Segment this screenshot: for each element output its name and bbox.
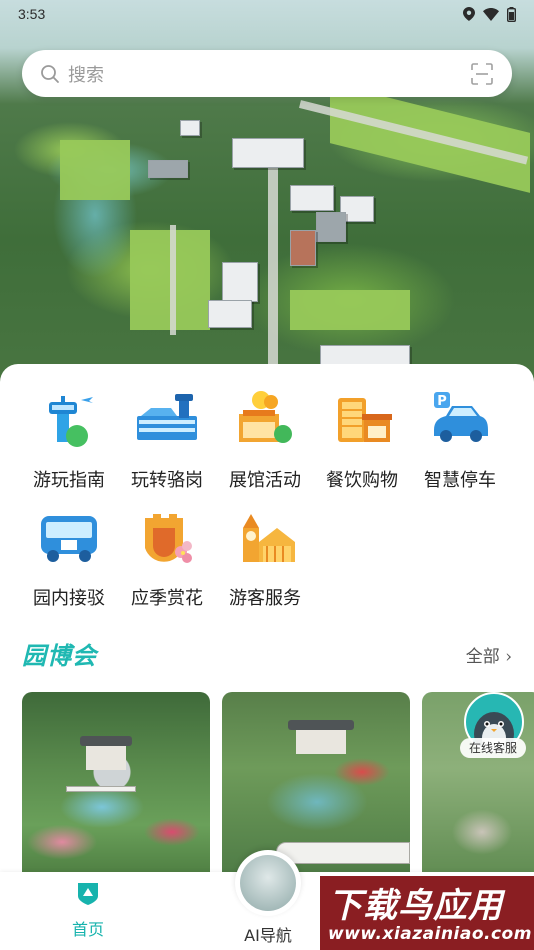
wifi-icon: [483, 7, 499, 21]
watermark-url: www.xiazainiao.com: [328, 924, 532, 944]
quick-link-dining[interactable]: 餐饮购物: [313, 390, 411, 492]
quick-link-label: 玩转骆岗: [131, 470, 203, 491]
garden-card-1[interactable]: [22, 692, 210, 882]
quick-link-shuttle[interactable]: 园内接驳: [20, 508, 118, 610]
nav-home[interactable]: 首页: [56, 880, 120, 940]
quick-link-explore[interactable]: 玩转骆岗: [118, 390, 216, 492]
online-service-label: 在线客服: [460, 738, 526, 758]
site-watermark: 下载鸟应用 www.xiazainiao.com: [320, 876, 534, 950]
parking-car-icon: P: [434, 392, 488, 442]
search-icon: [41, 64, 59, 83]
quick-link-label: 智慧停车: [424, 470, 496, 491]
svg-text:P: P: [437, 394, 447, 409]
quick-link-visitor-service[interactable]: 游客服务: [216, 508, 314, 610]
quick-link-label: 展馆活动: [229, 470, 301, 491]
scan-icon[interactable]: [470, 62, 494, 86]
quick-link-parking[interactable]: P 智慧停车: [411, 390, 509, 492]
status-time: 3:53: [18, 6, 46, 22]
chevron-right-icon: ›: [505, 647, 512, 667]
quick-link-activities[interactable]: 展馆活动: [216, 390, 314, 492]
nav-ai-guide[interactable]: AI导航: [226, 850, 310, 946]
view-all-link[interactable]: 全部 ›: [466, 642, 512, 667]
shuttle-bus-icon: [41, 516, 97, 562]
nav-ai-label: AI导航: [244, 926, 292, 945]
terminal-building-icon: [137, 394, 197, 440]
quick-link-label: 餐饮购物: [326, 470, 398, 491]
section-title: 园博会: [22, 641, 97, 670]
online-service-button[interactable]: 在线客服: [460, 692, 526, 758]
status-bar: 3:53: [0, 0, 534, 28]
quick-link-label: 游客服务: [229, 588, 301, 609]
nav-home-label: 首页: [71, 920, 104, 939]
shopping-building-icon: [338, 398, 392, 442]
watermark-title: 下载鸟应用: [328, 886, 503, 926]
flower-wall-icon: [145, 514, 192, 563]
location-icon: [463, 7, 475, 21]
view-all-label: 全部: [465, 647, 500, 667]
quick-link-label: 应季赏花: [131, 588, 203, 609]
search-placeholder: 搜索: [68, 64, 104, 86]
home-shield-icon: [78, 883, 98, 905]
quick-link-guide[interactable]: 游玩指南: [20, 390, 118, 492]
balloon-pavilion-icon: [239, 391, 292, 443]
quick-link-label: 园内接驳: [33, 588, 105, 609]
quick-link-label: 游玩指南: [33, 470, 105, 491]
control-tower-icon: [49, 396, 93, 447]
battery-icon: [507, 6, 516, 22]
quick-link-flowers[interactable]: 应季赏花: [118, 508, 216, 610]
clock-tower-icon: [243, 514, 295, 562]
search-bar[interactable]: 搜索: [22, 50, 512, 97]
ai-guide-icon: [235, 850, 301, 916]
